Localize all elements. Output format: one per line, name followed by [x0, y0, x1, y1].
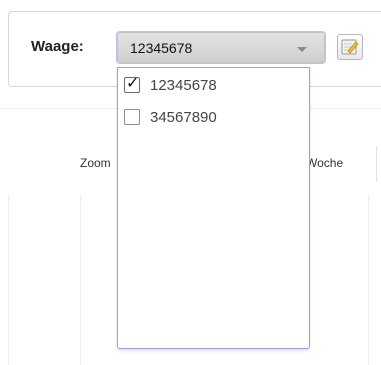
- chevron-down-icon: [297, 47, 307, 52]
- chart-gridline: [8, 195, 9, 365]
- option-checkbox-unchecked[interactable]: [124, 109, 140, 125]
- scale-select-value: 12345678: [130, 40, 193, 56]
- dropdown-option-34567890[interactable]: 34567890: [124, 108, 304, 130]
- check-icon: ✓: [126, 75, 140, 92]
- edit-note-icon: [341, 39, 359, 55]
- waage-label: Waage:: [31, 38, 84, 55]
- scale-dropdown-list: ✓ 12345678 34567890: [117, 67, 310, 349]
- option-label: 12345678: [150, 77, 217, 94]
- dropdown-option-12345678[interactable]: ✓ 12345678: [124, 75, 304, 98]
- option-checkbox-checked[interactable]: ✓: [124, 75, 140, 93]
- option-label: 34567890: [150, 109, 217, 126]
- toolbar-divider: [376, 146, 377, 182]
- chart-gridline: [368, 195, 369, 365]
- zoom-label: Zoom: [80, 156, 111, 170]
- edit-button[interactable]: [337, 34, 363, 60]
- scale-select[interactable]: 12345678: [117, 32, 325, 63]
- woche-label: Woche: [306, 156, 344, 170]
- chart-gridline: [80, 195, 81, 365]
- screen: Waage: 12345678 Zoom Woche ✓ 12345678 34…: [0, 0, 381, 365]
